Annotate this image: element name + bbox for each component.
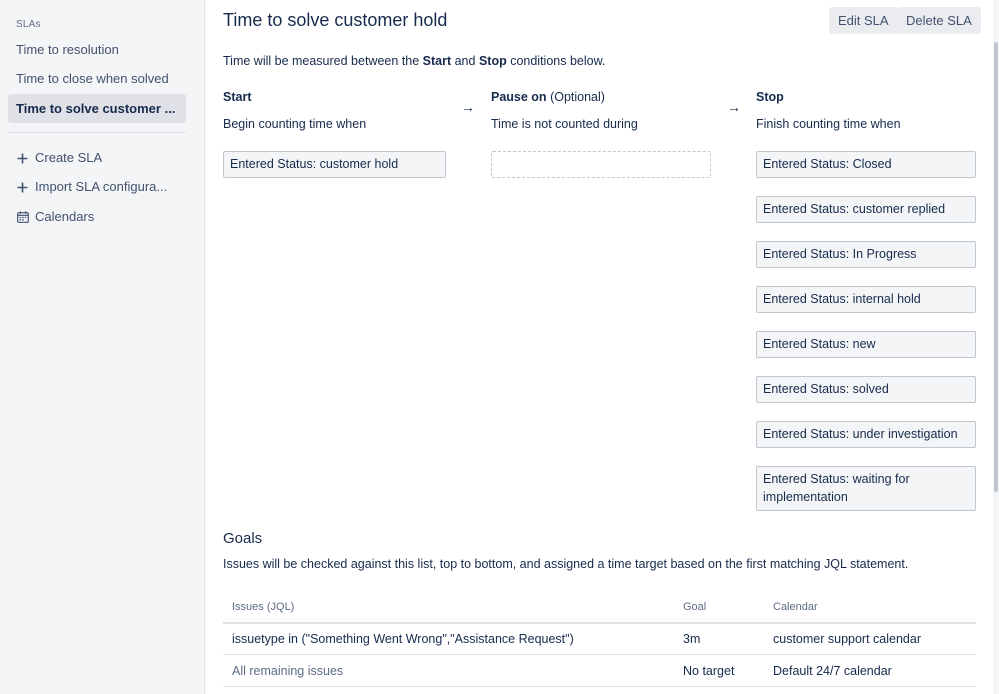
intro-start-word: Start: [422, 54, 452, 68]
row-goal: No target: [683, 664, 735, 678]
goals-description: Issues will be checked against this list…: [223, 557, 909, 571]
scrollbar-thumb[interactable]: [994, 42, 998, 492]
calendars-label: Calendars: [35, 209, 95, 224]
stop-condition: Entered Status: internal hold: [756, 286, 976, 313]
stop-condition: Entered Status: customer replied: [756, 196, 976, 223]
scrollbar[interactable]: [993, 0, 999, 694]
row-goal: 3m: [683, 632, 701, 646]
pause-condition-empty: [491, 151, 711, 178]
calendar-icon: [16, 211, 29, 223]
start-column-title: Start: [223, 90, 252, 104]
create-sla-link[interactable]: Create SLA: [16, 148, 102, 168]
stop-condition: Entered Status: solved: [756, 376, 976, 403]
plus-icon: [16, 182, 29, 193]
edit-sla-button[interactable]: Edit SLA: [829, 7, 898, 34]
pause-title: Pause on: [491, 90, 547, 104]
row-calendar: Default 24/7 calendar: [773, 664, 892, 678]
intro-suffix: conditions below.: [506, 54, 606, 68]
column-header-calendar: Calendar: [773, 601, 818, 613]
pause-optional-label: (Optional): [550, 90, 605, 104]
intro-stop-word: Stop: [478, 54, 507, 68]
stop-column-title: Stop: [756, 90, 784, 104]
stop-condition: Entered Status: In Progress: [756, 241, 976, 268]
sidebar-item-time-to-close-when-solved[interactable]: Time to close when solved: [8, 64, 186, 93]
sidebar: SLAs Time to resolution Time to close wh…: [0, 0, 205, 694]
stop-condition: Entered Status: new: [756, 331, 976, 358]
start-condition: Entered Status: customer hold: [223, 151, 446, 178]
stop-condition: Entered Status: waiting for implementati…: [756, 466, 976, 511]
row-divider: [223, 686, 976, 687]
stop-condition: Entered Status: under investigation: [756, 421, 976, 448]
intro-prefix: Time will be measured between the: [223, 54, 423, 68]
import-sla-configuration-link[interactable]: Import SLA configura...: [16, 177, 167, 197]
page-title: Time to solve customer hold: [223, 10, 448, 30]
column-header-issues: Issues (JQL): [232, 601, 295, 613]
row-issues-jql: All remaining issues: [232, 664, 344, 678]
intro-middle: and: [451, 54, 479, 68]
stop-column-subtitle: Finish counting time when: [756, 117, 901, 131]
arrow-right-icon: →: [461, 99, 475, 115]
sidebar-heading: SLAs: [16, 19, 41, 30]
plus-icon: [16, 153, 29, 164]
sidebar-item-time-to-resolution[interactable]: Time to resolution: [8, 35, 186, 64]
pause-column-title: Pause on (Optional): [491, 90, 605, 104]
row-issues-jql: issuetype in ("Something Went Wrong","As…: [232, 632, 574, 646]
row-divider: [223, 654, 976, 655]
pause-column-subtitle: Time is not counted during: [491, 117, 638, 131]
delete-sla-button[interactable]: Delete SLA: [897, 7, 981, 34]
sidebar-divider: [8, 132, 186, 133]
stop-condition: Entered Status: Closed: [756, 151, 976, 178]
column-header-goal: Goal: [683, 601, 707, 613]
create-sla-label: Create SLA: [35, 150, 103, 165]
sidebar-item-time-to-solve-customer-hold[interactable]: Time to solve customer ...: [8, 94, 186, 123]
calendars-link[interactable]: Calendars: [16, 207, 94, 227]
start-column-subtitle: Begin counting time when: [223, 117, 367, 131]
import-sla-label: Import SLA configura...: [35, 179, 168, 194]
goals-heading: Goals: [223, 530, 263, 547]
arrow-right-icon: →: [727, 99, 741, 115]
row-calendar: customer support calendar: [773, 632, 921, 646]
measurement-description: Time will be measured between the Start …: [223, 54, 605, 68]
table-header-divider: [223, 622, 976, 624]
